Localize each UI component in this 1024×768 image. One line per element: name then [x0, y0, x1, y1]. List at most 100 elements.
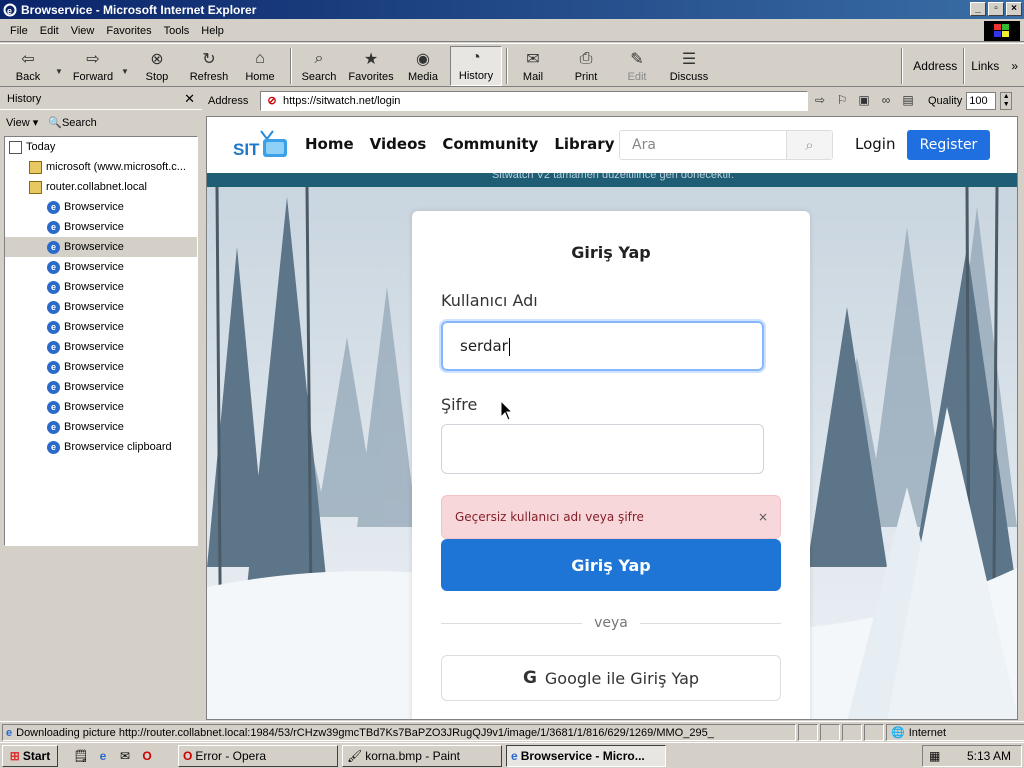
history-item[interactable]: e Browservice [47, 197, 124, 217]
ie-page-icon: e [47, 200, 60, 214]
taskbar: ⊞ Start 🗒 e ✉ O O Error - Opera 🖌 korna.bmp… [0, 742, 1024, 768]
sidebar-close-icon[interactable]: ✕ [184, 91, 195, 107]
history-item[interactable]: e Browservice [47, 317, 124, 337]
outlook-icon[interactable]: ✉ [116, 747, 134, 765]
minimize-button[interactable]: _ [970, 2, 986, 16]
task-opera[interactable]: O Error - Opera [178, 745, 338, 767]
nav-videos[interactable]: Videos [370, 135, 427, 153]
menu-view[interactable]: View [65, 25, 101, 37]
quick-launch: 🗒 e ✉ O [72, 747, 156, 765]
sitwatch-logo[interactable]: SIT [233, 129, 289, 163]
menu-help[interactable]: Help [195, 25, 230, 37]
tree-folder-microsoft[interactable]: microsoft (www.microsoft.c... [29, 157, 186, 177]
discuss-button[interactable]: ☰ Discuss [666, 46, 712, 86]
search-button[interactable]: ⌕ Search [298, 46, 340, 86]
history-item[interactable]: e Browservice [47, 337, 124, 357]
menu-favorites[interactable]: Favorites [100, 25, 157, 37]
history-item[interactable]: e Browservice [47, 277, 124, 297]
refresh-button[interactable]: ↻ Refresh [186, 46, 232, 86]
folder-open-icon [29, 180, 42, 194]
site-search-input[interactable]: Ara [620, 131, 786, 159]
back-arrow-icon: ⇦ [21, 51, 35, 68]
close-button[interactable]: × [1006, 2, 1022, 16]
home-button[interactable]: ⌂ Home [242, 46, 278, 86]
nav-library[interactable]: Library [554, 135, 614, 153]
or-divider: veya [441, 613, 782, 633]
forward-dropdown[interactable]: ▼ [118, 46, 132, 86]
clipboard-icon[interactable]: ▤ [900, 92, 916, 108]
maximize-button[interactable]: ▫ [988, 2, 1004, 16]
edit-button[interactable]: ✎ Edit [622, 46, 652, 86]
status-bar: e Downloading picture http://router.coll… [0, 721, 1024, 741]
login-card: Giriş Yap Kullanıcı Adı serdar Şifre Geç… [412, 211, 810, 719]
mail-button[interactable]: ✉ Mail [514, 46, 552, 86]
register-button[interactable]: Register [907, 130, 990, 160]
username-label: Kullanıcı Adı [441, 291, 538, 310]
divider-text: veya [594, 615, 628, 631]
menu-edit[interactable]: Edit [34, 25, 65, 37]
password-label: Şifre [441, 395, 478, 414]
google-login-button[interactable]: G Google ile Giriş Yap [441, 655, 781, 701]
find-icon[interactable]: ▣ [856, 92, 872, 108]
media-button[interactable]: ◉ Media [404, 46, 442, 86]
task-paint[interactable]: 🖌 korna.bmp - Paint [342, 745, 502, 767]
binoculars-icon[interactable]: ∞ [878, 92, 894, 108]
username-input[interactable]: serdar [441, 321, 764, 371]
history-item[interactable]: e Browservice [47, 257, 124, 277]
clock[interactable]: 5:13 AM [967, 749, 1011, 763]
forward-button[interactable]: ⇨ Forward [70, 46, 116, 86]
status-text-panel: e Downloading picture http://router.coll… [2, 724, 796, 741]
history-item[interactable]: e Browservice [47, 297, 124, 317]
ie-icon[interactable]: e [94, 747, 112, 765]
standard-toolbar: ⇦ Back ▼ ⇨ Forward ▼ ⊗ Stop ↻ Refresh ⌂ Home … [0, 43, 1024, 87]
alert-close-icon[interactable]: × [758, 510, 768, 524]
go-arrow-icon[interactable]: ⇨ [812, 92, 828, 108]
history-item[interactable]: e Browservice [47, 377, 124, 397]
start-button[interactable]: ⊞ Start [2, 745, 58, 767]
nav-community[interactable]: Community [442, 135, 538, 153]
back-dropdown[interactable]: ▼ [52, 46, 66, 86]
dropdown-arrow-icon: ▼ [121, 66, 129, 76]
ie-page-icon: e [47, 420, 60, 434]
login-submit-button[interactable]: Giriş Yap [441, 539, 781, 591]
bookmark-icon[interactable]: ⚐ [834, 92, 850, 108]
tree-today[interactable]: Today [9, 137, 55, 157]
print-button[interactable]: ⎙ Print [570, 46, 602, 86]
sidebar-search-button[interactable]: 🔍Search [48, 116, 97, 129]
tree-folder-router[interactable]: router.collabnet.local [29, 177, 147, 197]
toolbar-separator [290, 48, 292, 84]
dropdown-arrow-icon: ▼ [55, 66, 63, 76]
stop-icon: ⊗ [150, 51, 164, 68]
tray-network-icon[interactable]: ▦ [929, 749, 940, 763]
menu-tools[interactable]: Tools [158, 25, 196, 37]
favorites-button[interactable]: ★ Favorites [344, 46, 398, 86]
history-item[interactable]: e Browservice clipboard [47, 437, 172, 457]
system-tray: ▦ 5:13 AM [922, 745, 1022, 767]
desktop-icon[interactable]: 🗒 [72, 747, 90, 765]
history-item[interactable]: e Browservice [47, 357, 124, 377]
site-search-button[interactable]: ⌕ [786, 131, 832, 159]
address-toolbar-toggle[interactable]: Address [907, 59, 963, 73]
sidebar-view-menu[interactable]: View ▾ [6, 116, 38, 129]
task-browservice[interactable]: e Browservice - Micro... [506, 745, 666, 767]
nav-home[interactable]: Home [305, 135, 354, 153]
history-item-selected[interactable]: e Browservice [5, 237, 197, 257]
mail-icon: ✉ [526, 51, 540, 68]
quality-input[interactable]: 100 [966, 92, 997, 110]
stop-button[interactable]: ⊗ Stop [140, 46, 174, 86]
password-input[interactable] [441, 424, 764, 474]
history-button[interactable]: ◔ History [450, 46, 502, 86]
back-button[interactable]: ⇦ Back [12, 46, 44, 86]
history-item[interactable]: e Browservice [47, 417, 124, 437]
opera-icon[interactable]: O [138, 747, 156, 765]
url-field[interactable]: ⊘ https://sitwatch.net/login [260, 91, 808, 111]
history-item[interactable]: e Browservice [47, 217, 124, 237]
toolbar-separator [901, 48, 904, 84]
menu-file[interactable]: File [4, 25, 34, 37]
login-link[interactable]: Login [855, 135, 895, 153]
toolbar-chevron-icon[interactable]: » [1005, 59, 1024, 73]
media-icon: ◉ [416, 51, 430, 68]
quality-spinner[interactable]: ▲ ▼ [1000, 92, 1013, 110]
history-item[interactable]: e Browservice [47, 397, 124, 417]
links-toolbar-toggle[interactable]: Links [965, 59, 1005, 73]
